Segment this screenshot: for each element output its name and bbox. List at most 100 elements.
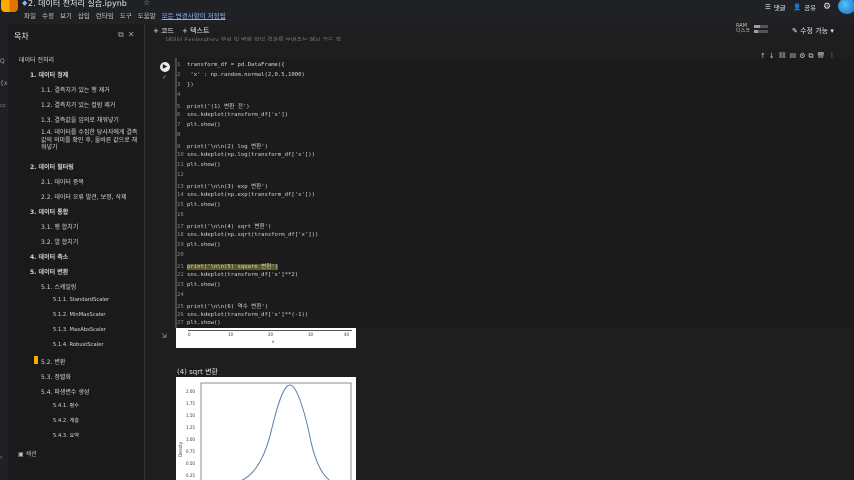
kde-plot: 2.00 1.75 1.50 1.25 1.00 0.75 0.50 0.25 … [178, 382, 352, 480]
files-icon[interactable]: ▭ [0, 102, 6, 109]
code-line[interactable]: 14 sns.kdeplot(np.exp(transform_df['x'])) [177, 192, 315, 198]
toc-item-errors[interactable]: 2.2. 데이터 오류 발견, 보정, 삭제 [41, 192, 127, 201]
avatar[interactable] [838, 0, 854, 14]
disk-label: 디스크 [736, 28, 750, 34]
toc-item-robust-scaler[interactable]: 5.1.4. RobustScaler [53, 342, 103, 348]
menu-file[interactable]: 파일 [24, 10, 36, 20]
code-line[interactable]: 5 print('(1) 변환 전') [177, 102, 250, 110]
toc-item-area[interactable]: 5.4.1. 평수 [53, 402, 79, 409]
code-line[interactable]: 1 transform_df = pd.DataFrame({ [177, 62, 285, 68]
menu-view[interactable]: 보기 [60, 10, 72, 20]
code-line[interactable]: 26 sns.kdeplot(transform_df['x']**(-1)) [177, 312, 308, 318]
save-status-link[interactable]: 모든 변경사항이 저장됨 [162, 10, 226, 20]
toc-item-transform[interactable]: 5. 데이터 변환 [30, 267, 68, 276]
kde-curve [241, 384, 331, 480]
new-window-icon[interactable]: ⧉ [118, 30, 128, 39]
menu-help[interactable]: 도움말 [138, 10, 156, 20]
toc-window-icons: ⧉✕ [118, 30, 138, 40]
code-line[interactable]: 6 sns.kdeplot(transform_df['x']) [177, 112, 288, 118]
colab-logo[interactable] [1, 0, 18, 12]
menu-insert[interactable]: 삽입 [78, 10, 90, 20]
ytick: 2.00 [186, 389, 195, 394]
code-line[interactable]: 22 sns.kdeplot(transform_df['x']**2) [177, 272, 298, 278]
code-line[interactable]: 17 print('\n\n(4) sqrt 변환') [177, 222, 271, 230]
toc-item-standard-scaler[interactable]: 5.1.1. StandardScaler [53, 297, 109, 303]
edit-mode-label: 수정 가능 [800, 27, 829, 35]
toc-item-fill-values[interactable]: 1.3. 결측값을 임의로 채워넣기 [41, 115, 119, 124]
toc-item-integration[interactable]: 3. 데이터 통합 [30, 207, 68, 216]
toc-item-row-merge[interactable]: 3.1. 행 합치기 [41, 222, 78, 231]
code-line[interactable]: 19 plt.show() [177, 242, 221, 248]
menu-tools[interactable]: 도구 [120, 10, 132, 20]
code-line[interactable]: 21 print('\n\n(5) square 변환') [177, 262, 279, 270]
ytick: 0.25 [186, 473, 195, 478]
toc-item-tier[interactable]: 5.4.2. 계층 [53, 417, 79, 424]
add-section-button[interactable]: ▣ 섹션 [18, 449, 37, 458]
toc-item-scaling[interactable]: 5.1. 스케일링 [41, 282, 76, 291]
code-line[interactable]: 7 plt.show() [177, 122, 221, 128]
toc-item-reduction[interactable]: 4. 데이터 축소 [30, 252, 68, 261]
code-line[interactable]: 16 [177, 212, 187, 218]
run-cell-button[interactable]: ▶ [160, 62, 170, 72]
toc-item-conversion[interactable]: 5.2. 변환 [41, 357, 65, 366]
share-button[interactable]: 👤 공유 [793, 2, 816, 12]
code-line[interactable]: 27 plt.show() [177, 320, 221, 326]
toc-item-filtering[interactable]: 2. 데이터 필터링 [30, 162, 74, 171]
edit-mode-button[interactable]: ✎ 수정 가능 ▾ [792, 26, 834, 36]
code-line[interactable]: 25 print('\n\n(6) 역수 변환') [177, 302, 268, 310]
ylabel: Density [178, 441, 183, 457]
menu-runtime[interactable]: 런타임 [96, 10, 114, 20]
comment-button[interactable]: ☰ 댓글 [765, 2, 786, 12]
code-line[interactable]: 4 [177, 92, 187, 98]
toc-item-maxabs-scaler[interactable]: 5.1.3. MaxAbsScaler [53, 327, 106, 333]
code-line[interactable]: 24 [177, 292, 187, 298]
plot1-tick: 30 [308, 332, 314, 337]
search-icon[interactable]: Q [0, 58, 5, 65]
star-icon[interactable]: ☆ [143, 0, 150, 7]
section-icon: ▣ [18, 451, 24, 458]
menu-edit[interactable]: 수정 [42, 10, 54, 20]
ytick: 0.50 [186, 461, 195, 466]
notebook-title[interactable]: 2. 데이터 전처리 실습.ipynb [28, 0, 127, 9]
code-line[interactable]: 11 plt.show() [177, 162, 221, 168]
toc-item-drop-rows[interactable]: 1.1. 결측치가 있는 행 제거 [41, 85, 110, 94]
toc-item-drop-cols[interactable]: 1.2. 결측치가 있는 컬럼 제거 [41, 100, 115, 109]
resource-bars [754, 25, 768, 35]
toc-item-duplicates[interactable]: 2.1. 데이터 중복 [41, 177, 84, 186]
toc-active-marker [34, 356, 38, 364]
code-line[interactable]: 23 plt.show() [177, 282, 221, 288]
code-line[interactable]: 13 print('\n\n(3) exp 변환') [177, 182, 268, 190]
toc-item-confirm-values[interactable]: 1.4. 데이터를 수집한 당사자에게 결측값의 의미를 확인 후, 올바른 값… [41, 129, 141, 152]
plot1-xlabel: x [272, 339, 275, 344]
plot1-tick: 10 [228, 332, 234, 337]
ytick: 1.75 [186, 401, 195, 406]
toc-item-minmax-scaler[interactable]: 5.1.2. MinMaxScaler [53, 312, 106, 318]
ytick: 1.50 [186, 413, 195, 418]
drive-icon: ◆ [22, 0, 28, 7]
toc-item-derived-vars[interactable]: 5.4. 파생변수 생성 [41, 387, 89, 396]
toc-item-preprocessing[interactable]: 데이터 전처리 [19, 55, 54, 64]
code-line[interactable]: 10 sns.kdeplot(np.log(transform_df['x'])) [177, 152, 315, 158]
code-line[interactable]: 18 sns.kdeplot(np.sqrt(transform_df['x'])… [177, 232, 318, 238]
close-icon[interactable]: ✕ [128, 30, 139, 39]
code-line[interactable]: 2 'x' : np.random.normal(2,0.5,1000) [177, 72, 305, 78]
toc-item-col-merge[interactable]: 3.2. 열 합치기 [41, 237, 78, 246]
code-line[interactable]: 12 [177, 172, 187, 178]
plot1-tick: 20 [268, 332, 274, 337]
chevron-right-icon[interactable]: › [0, 454, 2, 461]
code-line[interactable]: 3}) [177, 82, 194, 88]
gear-icon[interactable]: ⚙ [823, 2, 831, 12]
toc-item-cleaning[interactable]: 1. 데이터 정제 [30, 70, 68, 79]
code-line[interactable]: 15 plt.show() [177, 202, 221, 208]
output-plot-3: 0 10 20 30 40 x [176, 328, 356, 348]
check-icon: ✓ [162, 74, 168, 81]
code-line[interactable]: 9 print('\n\n(2) log 변환') [177, 142, 268, 150]
output-options-icon[interactable]: ⇲ [161, 332, 167, 340]
toc-item-normalize[interactable]: 5.3. 정렬화 [41, 372, 71, 381]
section-label: 섹션 [25, 451, 37, 458]
code-line[interactable]: 8 [177, 132, 187, 138]
code-line[interactable]: 20 [177, 252, 187, 258]
toc-item-summary[interactable]: 5.4.3. 요약 [53, 432, 79, 439]
resource-monitor[interactable]: RAM 디스크 [736, 24, 768, 34]
output-plot-sqrt: 2.00 1.75 1.50 1.25 1.00 0.75 0.50 0.25 … [176, 377, 356, 480]
